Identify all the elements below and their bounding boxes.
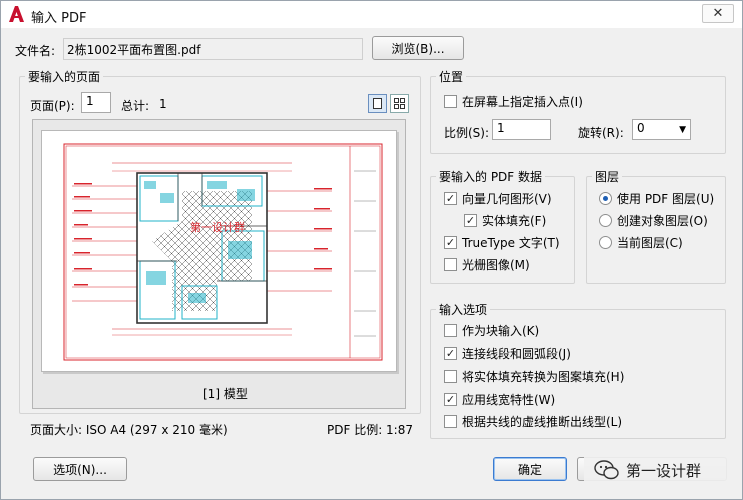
checkbox-label: 在屏幕上指定插入点(I) (462, 95, 583, 109)
close-icon: ✕ (712, 6, 724, 21)
checkbox-box: ✓ (444, 236, 457, 249)
scale-label: 比例(S): (444, 126, 490, 140)
checkbox-label: 连接线段和圆弧段(J) (462, 347, 571, 361)
apply-lineweight-checkbox[interactable]: ✓ 应用线宽特性(W) (444, 391, 555, 408)
single-page-view-button[interactable] (368, 94, 387, 113)
import-pdf-dialog: 输入 PDF ✕ 文件名: 2栋1002平面布置图.pdf 浏览(B)... 要… (0, 0, 743, 500)
checkbox-label: 根据共线的虚线推断出线型(L) (462, 415, 623, 429)
rotation-value: 0 (637, 121, 645, 135)
preview-caption: [1] 模型 (203, 387, 248, 401)
radio-dot (599, 214, 612, 227)
radio-dot (599, 236, 612, 249)
page-preview[interactable]: 第一设计群 [1] 模型 (32, 119, 406, 409)
checkbox-box: ✓ (444, 192, 457, 205)
import-as-block-checkbox[interactable]: 作为块输入(K) (444, 322, 539, 339)
checkbox-box: ✓ (444, 347, 457, 360)
total-value: 1 (159, 97, 167, 111)
radio-label: 使用 PDF 图层(U) (617, 192, 715, 206)
single-page-icon (373, 98, 382, 109)
use-pdf-layers-radio[interactable]: 使用 PDF 图层(U) (599, 190, 714, 207)
onscreen-insertion-checkbox[interactable]: 在屏幕上指定插入点(I) (444, 93, 583, 110)
total-label: 总计: (121, 99, 150, 113)
title-bar: 输入 PDF ✕ (1, 1, 742, 28)
drawing-watermark: 第一设计群 (190, 220, 245, 234)
checkbox-label: 将实体填充转换为图案填充(H) (462, 370, 625, 384)
checkbox-box (444, 370, 457, 383)
page-label: 页面(P): (30, 99, 75, 113)
checkbox-label: 作为块输入(K) (462, 324, 540, 338)
checkbox-box (444, 95, 457, 108)
radio-dot (599, 192, 612, 205)
pdf-scale-text: PDF 比例: 1:87 (327, 423, 413, 437)
thumbnail-view-button[interactable] (390, 94, 409, 113)
position-group (430, 76, 726, 154)
checkbox-box: ✓ (444, 393, 457, 406)
create-object-layers-radio[interactable]: 创建对象图层(O) (599, 212, 708, 229)
grid-icon (394, 98, 405, 109)
convert-fill-to-hatch-checkbox[interactable]: 将实体填充转换为图案填充(H) (444, 368, 624, 385)
close-button[interactable]: ✕ (702, 4, 734, 23)
radio-label: 创建对象图层(O) (617, 214, 708, 228)
preview-paper: 第一设计群 (41, 130, 397, 372)
checkbox-label: 应用线宽特性(W) (462, 393, 556, 407)
pages-group-title: 要输入的页面 (25, 68, 104, 85)
rotation-label: 旋转(R): (578, 126, 624, 140)
current-layer-radio[interactable]: 当前图层(C) (599, 234, 683, 251)
pdf-data-group-title: 要输入的 PDF 数据 (436, 168, 546, 185)
infer-linetypes-checkbox[interactable]: 根据共线的虚线推断出线型(L) (444, 413, 622, 430)
file-name-field[interactable]: 2栋1002平面布置图.pdf (63, 38, 363, 60)
solid-fill-checkbox[interactable]: ✓ 实体填充(F) (464, 212, 546, 229)
browse-button[interactable]: 浏览(B)... (372, 36, 464, 60)
checkbox-label: 向量几何图形(V) (462, 192, 552, 206)
autocad-logo-icon (9, 6, 24, 22)
checkbox-box (444, 258, 457, 271)
page-size-text: 页面大小: ISO A4 (297 x 210 毫米) (30, 423, 228, 437)
vector-geometry-checkbox[interactable]: ✓ 向量几何图形(V) (444, 190, 552, 207)
join-segments-checkbox[interactable]: ✓ 连接线段和圆弧段(J) (444, 345, 571, 362)
checkbox-label: 实体填充(F) (482, 214, 547, 228)
options-button[interactable]: 选项(N)... (33, 457, 127, 481)
wechat-watermark: 第一设计群 (584, 453, 734, 487)
import-options-group-title: 输入选项 (436, 301, 491, 318)
checkbox-box (444, 324, 457, 337)
checkbox-label: TrueType 文字(T) (462, 236, 560, 250)
checkbox-box: ✓ (464, 214, 477, 227)
floor-plan-drawing: 第一设计群 (63, 143, 383, 361)
raster-images-checkbox[interactable]: 光栅图像(M) (444, 256, 530, 273)
rotation-select[interactable]: 0 ▼ (632, 119, 691, 140)
checkbox-label: 光栅图像(M) (462, 258, 530, 272)
file-name-label: 文件名: (15, 44, 56, 58)
wechat-icon (594, 460, 619, 480)
truetype-text-checkbox[interactable]: ✓ TrueType 文字(T) (444, 234, 560, 251)
chevron-down-icon: ▼ (679, 125, 686, 135)
checkbox-box (444, 415, 457, 428)
window-title: 输入 PDF (31, 11, 87, 26)
layers-group-title: 图层 (592, 168, 623, 185)
page-number-input[interactable]: 1 (81, 92, 111, 113)
radio-label: 当前图层(C) (617, 236, 683, 250)
ok-button[interactable]: 确定 (493, 457, 567, 481)
position-group-title: 位置 (436, 68, 467, 85)
scale-input[interactable]: 1 (492, 119, 551, 140)
wechat-watermark-text: 第一设计群 (626, 461, 702, 480)
